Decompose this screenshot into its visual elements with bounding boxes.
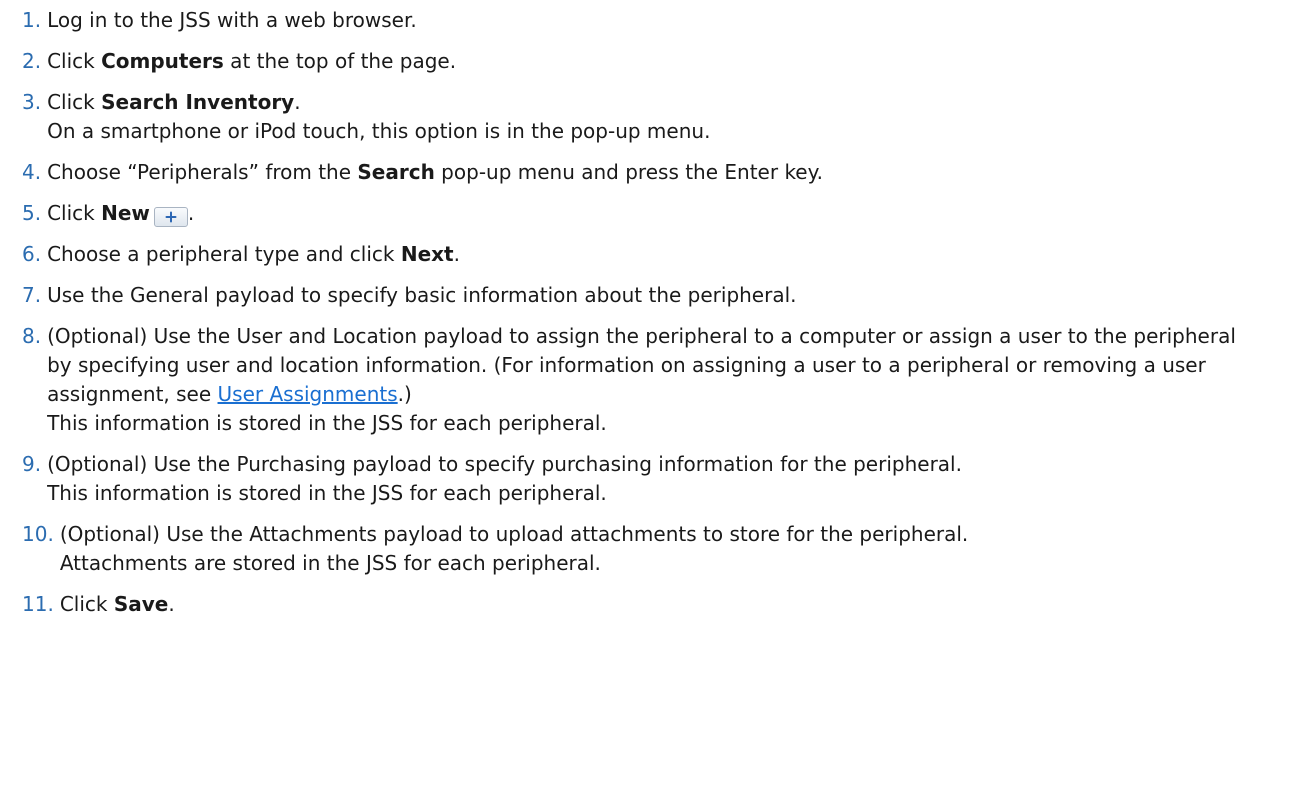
step-number: 5. (22, 201, 42, 225)
step-4: 4. Choose “Peripherals” from the Search … (22, 158, 1292, 187)
step-text-part: pop-up menu and press the Enter key. (434, 160, 823, 184)
step-text-part: Click (47, 90, 102, 114)
step-9: 9. (Optional) Use the Purchasing payload… (22, 450, 1292, 508)
ui-term-search: Search (357, 160, 435, 184)
user-assignments-link[interactable]: User Assignments (218, 382, 398, 406)
step-number: 9. (22, 452, 42, 476)
step-3: 3. Click Search Inventory. On a smartpho… (22, 88, 1292, 146)
step-text-part: Choose a peripheral type and click (47, 242, 401, 266)
step-text-part: .) (397, 382, 412, 406)
step-number: 1. (22, 8, 42, 32)
step-text-part: . (294, 90, 301, 114)
ui-term-search-inventory: Search Inventory (101, 90, 295, 114)
step-number: 10. (22, 522, 54, 546)
step-number: 2. (22, 49, 42, 73)
step-text-part: (Optional) Use the Attachments payload t… (59, 522, 969, 546)
step-note: Attachments are stored in the JSS for ea… (59, 551, 601, 575)
ui-term-next: Next (400, 242, 454, 266)
ui-term-computers: Computers (101, 49, 224, 73)
step-text: Choose “Peripherals” from the Search pop… (47, 158, 1292, 187)
step-text: Click Save. (60, 590, 1292, 619)
step-text: Click New. (47, 199, 1292, 228)
step-6: 6. Choose a peripheral type and click Ne… (22, 240, 1292, 269)
step-number: 7. (22, 283, 42, 307)
step-text: (Optional) Use the Purchasing payload to… (47, 450, 1292, 508)
step-text-part: Choose “Peripherals” from the (47, 160, 358, 184)
step-text: (Optional) Use the User and Location pay… (47, 322, 1292, 438)
step-text-part: at the top of the page. (223, 49, 457, 73)
step-5: 5. Click New. (22, 199, 1292, 228)
step-7: 7. Use the General payload to specify ba… (22, 281, 1292, 310)
step-text-part: Click (47, 49, 102, 73)
step-text: (Optional) Use the Attachments payload t… (60, 520, 1292, 578)
ui-term-save: Save (113, 592, 169, 616)
step-1: 1. Log in to the JSS with a web browser. (22, 6, 1292, 35)
step-text-part: Click (47, 201, 102, 225)
step-number: 8. (22, 324, 42, 348)
step-2: 2. Click Computers at the top of the pag… (22, 47, 1292, 76)
step-note: This information is stored in the JSS fo… (47, 481, 607, 505)
step-text: Use the General payload to specify basic… (47, 281, 1292, 310)
step-number: 4. (22, 160, 42, 184)
step-text-part: Click (59, 592, 114, 616)
procedure-steps: 1. Log in to the JSS with a web browser.… (0, 0, 1292, 619)
new-button-image (153, 207, 188, 227)
ui-term-new: New (101, 201, 150, 225)
step-text-part: . (187, 201, 195, 225)
step-text-part: Log in to the JSS with a web browser. (47, 8, 417, 32)
step-text: Log in to the JSS with a web browser. (47, 6, 1292, 35)
step-text-part: Use the General payload to specify basic… (47, 283, 797, 307)
step-10: 10. (Optional) Use the Attachments paylo… (22, 520, 1292, 578)
step-11: 11. Click Save. (22, 590, 1292, 619)
step-note: On a smartphone or iPod touch, this opti… (47, 119, 711, 143)
step-number: 11. (22, 592, 54, 616)
step-text: Click Computers at the top of the page. (47, 47, 1292, 76)
step-number: 6. (22, 242, 42, 266)
plus-icon (165, 211, 177, 223)
step-text: Choose a peripheral type and click Next. (47, 240, 1292, 269)
step-text-part: . (168, 592, 175, 616)
step-number: 3. (22, 90, 42, 114)
step-note: This information is stored in the JSS fo… (47, 411, 607, 435)
step-text-part: (Optional) Use the Purchasing payload to… (47, 452, 962, 476)
step-text: Click Search Inventory. On a smartphone … (47, 88, 1292, 146)
step-8: 8. (Optional) Use the User and Location … (22, 322, 1292, 438)
step-text-part: . (453, 242, 460, 266)
